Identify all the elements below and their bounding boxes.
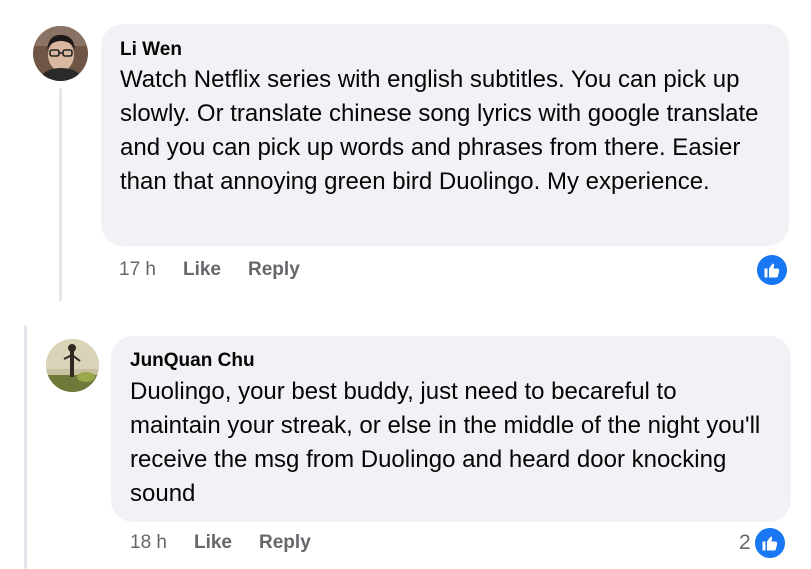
avatar[interactable]	[46, 339, 99, 392]
like-icon	[752, 526, 787, 560]
reaction-summary[interactable]: 2	[739, 526, 787, 560]
avatar[interactable]	[33, 26, 88, 81]
comment-text: Duolingo, your best buddy, just need to …	[130, 378, 761, 507]
like-button[interactable]: Like	[183, 259, 221, 281]
like-button[interactable]: Like	[194, 532, 232, 554]
comment-timestamp[interactable]: 17 h	[119, 259, 156, 281]
user-photo-icon	[46, 339, 99, 392]
thread-connector-line	[24, 325, 27, 569]
comment-text: Watch Netflix series with english subtit…	[120, 66, 759, 195]
reply-button[interactable]: Reply	[248, 259, 300, 281]
reaction-summary[interactable]	[753, 253, 789, 287]
comment-timestamp[interactable]: 18 h	[130, 532, 167, 554]
comment-actions: 18 h Like Reply	[130, 531, 338, 555]
like-icon	[755, 253, 789, 287]
user-photo-icon	[33, 26, 88, 81]
comment-author[interactable]: JunQuan Chu	[130, 350, 255, 372]
comment-thread: Li Wen Watch Netflix series with english…	[0, 0, 811, 569]
reaction-count: 2	[739, 531, 751, 554]
thread-connector-line	[59, 88, 62, 301]
reply-button[interactable]: Reply	[259, 532, 311, 554]
comment-actions: 17 h Like Reply	[119, 258, 327, 282]
comment-author[interactable]: Li Wen	[120, 39, 182, 61]
